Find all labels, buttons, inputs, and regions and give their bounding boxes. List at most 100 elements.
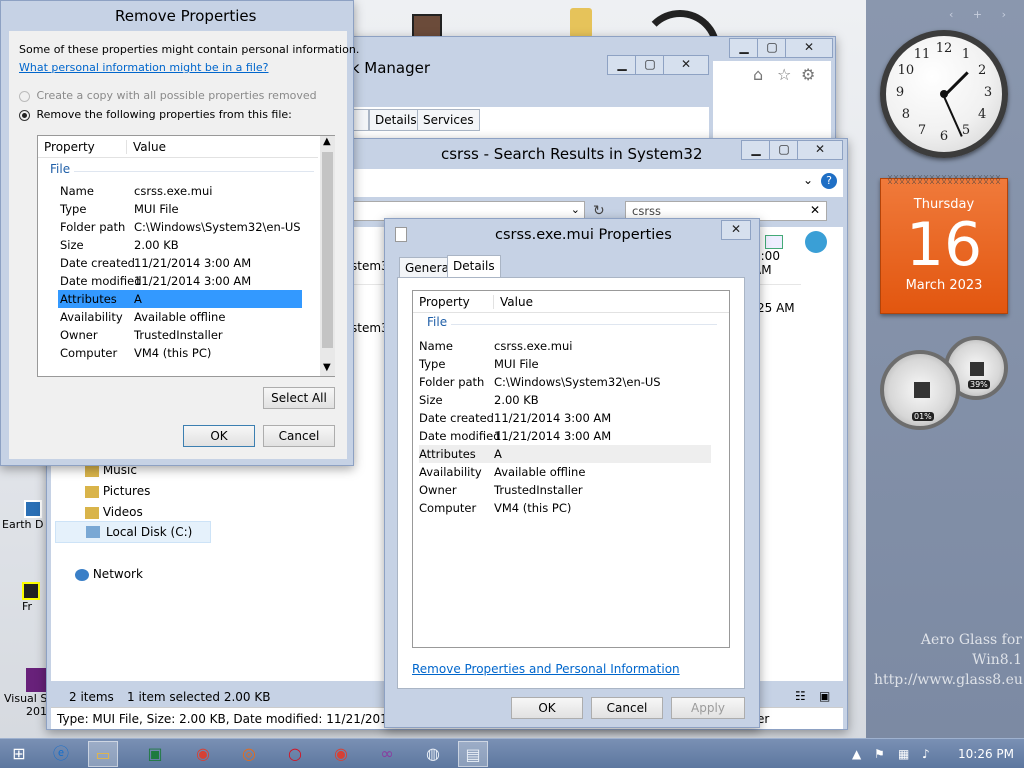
option-remove-following[interactable]: Remove the following properties from thi… xyxy=(19,108,292,121)
property-row[interactable]: Attributes A xyxy=(419,445,711,463)
property-row[interactable]: Date modified 11/21/2014 3:00 AM xyxy=(419,427,711,445)
minimize-button[interactable]: ▁ xyxy=(729,38,759,58)
tab-details[interactable]: Details xyxy=(369,109,423,131)
opera-icon[interactable]: ○ xyxy=(280,741,310,767)
scroll-thumb[interactable] xyxy=(322,152,333,348)
chevron-down-icon[interactable]: ⌄ xyxy=(571,203,580,216)
maximize-button[interactable]: ▢ xyxy=(635,55,665,75)
taskbar-clock[interactable]: 10:26 PM xyxy=(958,739,1014,768)
nav-item-pictures[interactable]: Pictures xyxy=(85,484,150,498)
property-row[interactable]: Name csrss.exe.mui xyxy=(419,337,711,355)
grid-header: Property Value xyxy=(413,291,729,313)
ok-button[interactable]: OK xyxy=(511,697,583,719)
desktop-icon-fr[interactable]: Fr xyxy=(22,582,40,613)
apply-button[interactable]: Apply xyxy=(671,697,745,719)
property-row[interactable]: Date created 11/21/2014 3:00 AM xyxy=(419,409,711,427)
select-all-button[interactable]: Select All xyxy=(263,387,335,409)
nav-item-videos[interactable]: Videos xyxy=(85,505,143,519)
intro-text: Some of these properties might contain p… xyxy=(19,43,360,56)
property-row[interactable]: Size 2.00 KB xyxy=(419,391,711,409)
column-value[interactable]: Value xyxy=(126,140,166,154)
sidebar-nav[interactable]: ‹ + › xyxy=(949,8,1014,21)
removable-property-row[interactable]: Folder path C:\Windows\System32\en-US xyxy=(58,218,302,236)
help-icon[interactable]: ? xyxy=(821,173,837,189)
removable-property-row[interactable]: Availability Available offline xyxy=(58,308,302,326)
view-icon[interactable] xyxy=(765,235,783,249)
desktop-icon-earth[interactable]: Earth D xyxy=(2,500,43,531)
volume-icon[interactable]: ♪ xyxy=(922,739,930,768)
removable-property-row[interactable]: Name csrss.exe.mui xyxy=(58,182,302,200)
cancel-button[interactable]: Cancel xyxy=(591,697,663,719)
home-icon[interactable]: ⌂ xyxy=(753,65,763,84)
search-input[interactable]: csrss xyxy=(632,204,661,218)
column-value[interactable]: Value xyxy=(493,295,533,309)
close-button[interactable]: ✕ xyxy=(721,220,751,240)
removable-property-row[interactable]: Date modified 11/21/2014 3:00 AM xyxy=(58,272,302,290)
tray-arrow-icon[interactable]: ▲ xyxy=(852,739,861,768)
nav-item-network[interactable]: Network xyxy=(75,567,143,581)
visual-studio-icon[interactable]: ∞ xyxy=(372,741,402,767)
shell-icon[interactable] xyxy=(805,231,827,253)
close-button[interactable]: ✕ xyxy=(797,140,843,160)
maximize-button[interactable]: ▢ xyxy=(757,38,787,58)
remove-properties-dialog[interactable]: Remove Properties Some of these properti… xyxy=(0,0,359,466)
calendar-gadget[interactable]: ᛝᛝᛝᛝᛝᛝᛝᛝᛝᛝᛝᛝᛝᛝᛝᛝᛝᛝᛝᛝ Thursday 16 March 2… xyxy=(880,175,1008,314)
globe-icon[interactable]: ◍ xyxy=(418,741,448,767)
property-row[interactable]: Folder path C:\Windows\System32\en-US xyxy=(419,373,711,391)
personal-info-link[interactable]: What personal information might be in a … xyxy=(19,61,269,74)
scroll-down-icon[interactable]: ▼ xyxy=(323,362,331,373)
internet-explorer-icon[interactable]: ⓔ xyxy=(46,741,76,767)
refresh-icon[interactable]: ↻ xyxy=(593,203,605,219)
scrollbar[interactable]: ▲ ▼ xyxy=(320,136,335,376)
property-row[interactable]: Computer VM4 (this PC) xyxy=(419,499,711,517)
close-button[interactable]: ✕ xyxy=(663,55,709,75)
system-properties-icon[interactable]: ▤ xyxy=(458,741,488,767)
details-view-icon[interactable]: ☷ xyxy=(795,689,806,703)
maximize-button[interactable]: ▢ xyxy=(769,140,799,160)
property-name: Attributes xyxy=(60,292,117,306)
property-name: Owner xyxy=(60,328,98,342)
clock-gadget[interactable]: 12 1 2 3 4 5 6 7 8 9 10 11 xyxy=(880,30,1008,158)
cancel-button[interactable]: Cancel xyxy=(263,425,335,447)
removable-property-row[interactable]: Date created 11/21/2014 3:00 AM xyxy=(58,254,302,272)
flag-icon[interactable]: ⚑ xyxy=(874,739,885,768)
removable-property-row[interactable]: Type MUI File xyxy=(58,200,302,218)
tab-details[interactable]: Details xyxy=(447,255,501,279)
property-row[interactable]: Owner TrustedInstaller xyxy=(419,481,711,499)
start-button[interactable]: ⊞ xyxy=(4,741,34,767)
chrome-icon[interactable]: ◉ xyxy=(326,741,356,767)
column-property[interactable]: Property xyxy=(44,140,95,154)
property-row[interactable]: Type MUI File xyxy=(419,355,711,373)
browser-pane: ⌂ ☆ ⚙ xyxy=(713,61,831,141)
property-row[interactable]: Availability Available offline xyxy=(419,463,711,481)
firefox-icon[interactable]: ◎ xyxy=(234,741,264,767)
star-icon[interactable]: ☆ xyxy=(777,65,791,84)
close-button[interactable]: ✕ xyxy=(785,38,833,58)
scroll-up-icon[interactable]: ▲ xyxy=(323,136,331,147)
minimize-button[interactable]: ▁ xyxy=(607,55,637,75)
tiles-view-icon[interactable]: ▣ xyxy=(819,689,830,703)
column-property[interactable]: Property xyxy=(419,295,470,309)
chevron-down-icon[interactable]: ⌄ xyxy=(803,173,813,187)
network-tray-icon[interactable]: ▦ xyxy=(898,739,909,768)
chrome-icon[interactable]: ◉ xyxy=(188,741,218,767)
option-create-copy[interactable]: Create a copy with all possible properti… xyxy=(19,89,317,102)
remove-properties-link[interactable]: Remove Properties and Personal Informati… xyxy=(412,662,680,676)
properties-dialog[interactable]: csrss.exe.mui Properties ✕ General Detai… xyxy=(384,218,760,728)
removable-property-row[interactable]: Owner TrustedInstaller xyxy=(58,326,302,344)
clear-search-icon[interactable]: ✕ xyxy=(810,203,820,217)
nav-item-local-disk[interactable]: Local Disk (C:) xyxy=(55,521,211,543)
removable-property-row[interactable]: Size 2.00 KB xyxy=(58,236,302,254)
removable-property-row[interactable]: Computer VM4 (this PC) xyxy=(58,344,302,362)
ok-button[interactable]: OK xyxy=(183,425,255,447)
tab-services[interactable]: Services xyxy=(417,109,480,131)
shortcut-icon xyxy=(22,582,40,600)
minimize-button[interactable]: ▁ xyxy=(741,140,771,160)
removable-property-row[interactable]: Attributes A xyxy=(58,290,302,308)
excel-icon[interactable]: ▣ xyxy=(140,741,170,767)
property-name: Availability xyxy=(419,465,482,479)
network-icon xyxy=(75,568,89,581)
desktop-icon-visual-studio[interactable]: Visual S 201 xyxy=(4,668,50,718)
gear-icon[interactable]: ⚙ xyxy=(801,65,815,84)
file-explorer-icon[interactable]: ▭ xyxy=(88,741,118,767)
